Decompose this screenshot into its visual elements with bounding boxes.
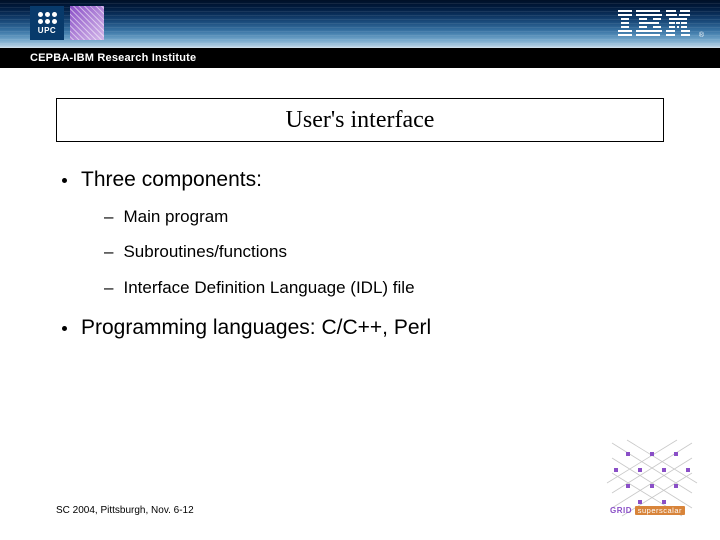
slide-title-box: User's interface [56, 98, 664, 142]
superscalar-text: superscalar [635, 506, 685, 515]
slide-title: User's interface [286, 107, 435, 134]
header-gradient: UPC [0, 0, 720, 48]
grid-text: GRID [610, 506, 632, 515]
sub-bullet-text: Interface Definition Language (IDL) file [123, 277, 414, 298]
slide-header: UPC [0, 0, 720, 70]
slide-content: Three components: – Main program – Subro… [62, 168, 658, 354]
bullet-text: Three components: [81, 168, 262, 192]
sub-bullet-text: Main program [123, 206, 228, 227]
institute-label: CEPBA-IBM Research Institute [30, 52, 196, 64]
registered-mark: ® [699, 32, 704, 39]
bullet-dot-icon [62, 178, 67, 183]
sub-bullet-list: – Main program – Subroutines/functions –… [104, 206, 658, 298]
bullet-item: Three components: [62, 168, 658, 192]
dash-icon: – [104, 206, 113, 227]
bullet-dot-icon [62, 326, 67, 331]
ibm-logo [618, 10, 690, 38]
upc-logo: UPC [30, 6, 64, 40]
header-stripes [0, 0, 720, 48]
sub-bullet-item: – Main program [104, 206, 658, 227]
footer-text: SC 2004, Pittsburgh, Nov. 6-12 [56, 505, 194, 516]
sub-bullet-text: Subroutines/functions [123, 241, 287, 262]
sub-bullet-item: – Subroutines/functions [104, 241, 658, 262]
dash-icon: – [104, 241, 113, 262]
grid-logo-label: GRID superscalar [610, 506, 685, 515]
cepba-logo [70, 6, 104, 40]
bullet-text: Programming languages: C/C++, Perl [81, 316, 431, 340]
grid-superscalar-logo: GRID superscalar [602, 438, 702, 526]
dash-icon: – [104, 277, 113, 298]
header-black-bar: CEPBA-IBM Research Institute [0, 48, 720, 68]
sub-bullet-item: – Interface Definition Language (IDL) fi… [104, 277, 658, 298]
bullet-item: Programming languages: C/C++, Perl [62, 316, 658, 340]
upc-logo-text: UPC [38, 26, 56, 35]
